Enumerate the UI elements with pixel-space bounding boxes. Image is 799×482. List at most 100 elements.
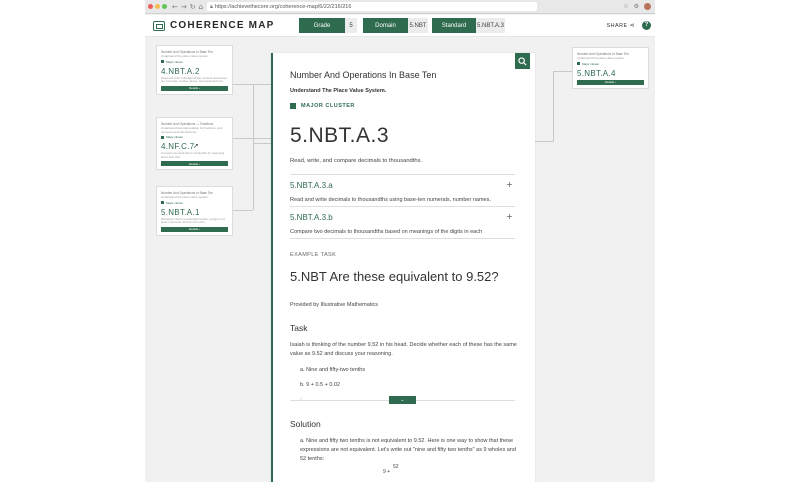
- example-task-title: 5.NBT Are these equivalent to 9.52?: [290, 269, 499, 284]
- lock-icon: 🔒︎: [210, 3, 213, 10]
- chevron-down-icon: ⌄: [400, 397, 405, 403]
- card-cluster: Major cluster: [161, 135, 228, 139]
- domain-value: 5.NBT: [408, 18, 428, 33]
- cluster-description: Understand The Place Value System.: [290, 88, 387, 94]
- card-cluster: Major cluster: [161, 201, 228, 205]
- help-button[interactable]: ?: [642, 21, 651, 30]
- task-item: a. Nine and fifty-two tenths: [300, 367, 366, 373]
- connector-line: [233, 138, 271, 139]
- share-label: SHARE: [606, 23, 628, 29]
- card-code: 4.NBT.A.2: [161, 66, 200, 76]
- solution-body: a. Nine and fifty two tenths is not equi…: [300, 438, 516, 462]
- substandard-desc-a: Read and write decimals to thousandths u…: [290, 197, 491, 203]
- card-subheading: Understand the place value system.: [161, 195, 209, 199]
- expand-plus-icon[interactable]: +: [506, 180, 513, 189]
- back-arrow-icon[interactable]: ←: [172, 3, 178, 11]
- logo[interactable]: COHERENCE MAP: [153, 20, 275, 31]
- grade-value: 5: [345, 18, 357, 33]
- address-bar[interactable]: 🔒︎ https://achievethecore.org/coherence-…: [207, 2, 538, 11]
- expand-plus-icon[interactable]: +: [506, 212, 513, 221]
- search-button[interactable]: [515, 53, 530, 69]
- domain-label: Domain: [363, 18, 408, 33]
- share-icon: ⋖: [629, 22, 635, 29]
- connector-line: [553, 71, 572, 72]
- forward-arrow-icon[interactable]: →: [181, 3, 187, 11]
- window-controls: [148, 4, 167, 9]
- mouse-cursor-icon: ➚: [193, 142, 200, 151]
- expand-more-button[interactable]: ⌄: [389, 396, 416, 404]
- card-code: 5.NBT.A.1: [161, 207, 200, 217]
- fraction-prefix: 9 +: [383, 469, 391, 475]
- example-task-label: EXAMPLE TASK: [290, 252, 337, 258]
- connector-line: [553, 71, 554, 142]
- browser-actions: ☆ ⚙: [623, 3, 651, 10]
- substandard-code-b[interactable]: 5.NBT.A.3.b: [290, 213, 333, 222]
- divider: [290, 206, 515, 207]
- connector-line: [253, 84, 254, 210]
- connector-line: [535, 141, 553, 142]
- url-text: https://achievethecore.org/coherence-map…: [214, 3, 352, 10]
- card-code: 5.NBT.A.4: [577, 68, 616, 78]
- standard-value: 5.NBT.A.3: [476, 18, 505, 33]
- cluster-square-icon: [161, 60, 164, 64]
- logo-text: COHERENCE MAP: [170, 20, 275, 31]
- standard-card-5-nbt-a-4[interactable]: Number And Operations In Base Ten Unders…: [572, 47, 649, 89]
- standard-card-4-nf-c-7[interactable]: Number And Operations — Fractions Unders…: [156, 117, 233, 171]
- card-subheading: Understand decimal notation for fraction…: [161, 126, 223, 134]
- profile-avatar[interactable]: [644, 3, 651, 10]
- maximize-window-button[interactable]: [162, 4, 167, 9]
- card-cluster: Major cluster: [577, 62, 644, 66]
- card-details-button[interactable]: Details ›: [161, 226, 228, 232]
- cluster-square-icon: [161, 135, 164, 139]
- cluster-square-icon: [161, 201, 164, 205]
- browser-window: ← → ↻ ⌂ 🔒︎ https://achievethecore.org/co…: [145, 0, 655, 482]
- card-subheading: Understand the place value system.: [161, 54, 209, 58]
- standard-selector[interactable]: Standard 5.NBT.A.3: [432, 18, 505, 33]
- cluster-square-icon: [290, 103, 296, 109]
- card-subheading: Understand the place value system.: [577, 56, 625, 60]
- divider: [290, 238, 515, 239]
- standard-detail-panel: Number And Operations In Base Ten Unders…: [271, 53, 535, 482]
- cluster-badge: MAJOR CLUSTER: [290, 103, 355, 109]
- connector-line: [233, 84, 271, 85]
- app-header: COHERENCE MAP Grade 5 Domain 5.NBT Stand…: [145, 15, 655, 37]
- substandard-desc-b: Compare two decimals to thousandths base…: [290, 229, 483, 235]
- card-cluster: Major cluster: [161, 60, 228, 64]
- extension-icon[interactable]: ⚙: [634, 3, 639, 10]
- task-heading: Task: [290, 323, 308, 333]
- star-icon[interactable]: ☆: [623, 3, 628, 10]
- card-desc: Read and write multi-digit whole numbers…: [161, 75, 228, 84]
- domain-selector[interactable]: Domain 5.NBT: [363, 18, 428, 33]
- divider: [290, 174, 515, 175]
- card-desc: Compare two decimals to hundredths by re…: [161, 151, 225, 159]
- card-code: 4.NF.C.7 ➚: [161, 142, 200, 152]
- standard-code: 5.NBT.A.3: [290, 124, 390, 147]
- reload-icon[interactable]: ↻: [190, 3, 196, 11]
- substandard-code-a[interactable]: 5.NBT.A.3.a: [290, 181, 333, 190]
- cluster-square-icon: [577, 62, 580, 66]
- browser-toolbar: ← → ↻ ⌂ 🔒︎ https://achievethecore.org/co…: [145, 0, 655, 14]
- fraction-numerator: 52: [393, 464, 399, 470]
- provided-by: Provided by Illustrative Mathematics: [290, 302, 379, 308]
- close-window-button[interactable]: [148, 4, 153, 9]
- connector-line: [253, 143, 271, 144]
- standard-label: Standard: [432, 18, 476, 33]
- connector-line: [233, 210, 253, 211]
- home-icon[interactable]: ⌂: [199, 3, 203, 11]
- task-item: b. 9 + 0.5 + 0.02: [300, 382, 341, 388]
- grade-label: Grade: [299, 18, 345, 33]
- fraction-expression: 52 9 +: [383, 464, 399, 475]
- minimize-window-button[interactable]: [155, 4, 160, 9]
- share-button[interactable]: SHARE ⋖: [607, 22, 635, 29]
- card-details-button[interactable]: Details ›: [577, 79, 644, 85]
- card-details-button[interactable]: Details ›: [161, 85, 228, 91]
- grade-selector[interactable]: Grade 5: [299, 18, 357, 33]
- standard-card-5-nbt-a-1[interactable]: Number And Operations In Base Ten Unders…: [156, 186, 233, 236]
- logo-icon: [153, 20, 165, 31]
- card-desc: Recognize that in a multi-digit number, …: [161, 216, 226, 225]
- search-icon: [518, 56, 527, 66]
- standard-description: Read, write, and compare decimals to tho…: [290, 158, 423, 164]
- task-body: Isaiah is thinking of the number 9.52 in…: [290, 342, 517, 357]
- card-details-button[interactable]: Details ›: [161, 161, 228, 167]
- standard-card-4-nbt-a-2[interactable]: Number And Operations In Base Ten Unders…: [156, 45, 233, 95]
